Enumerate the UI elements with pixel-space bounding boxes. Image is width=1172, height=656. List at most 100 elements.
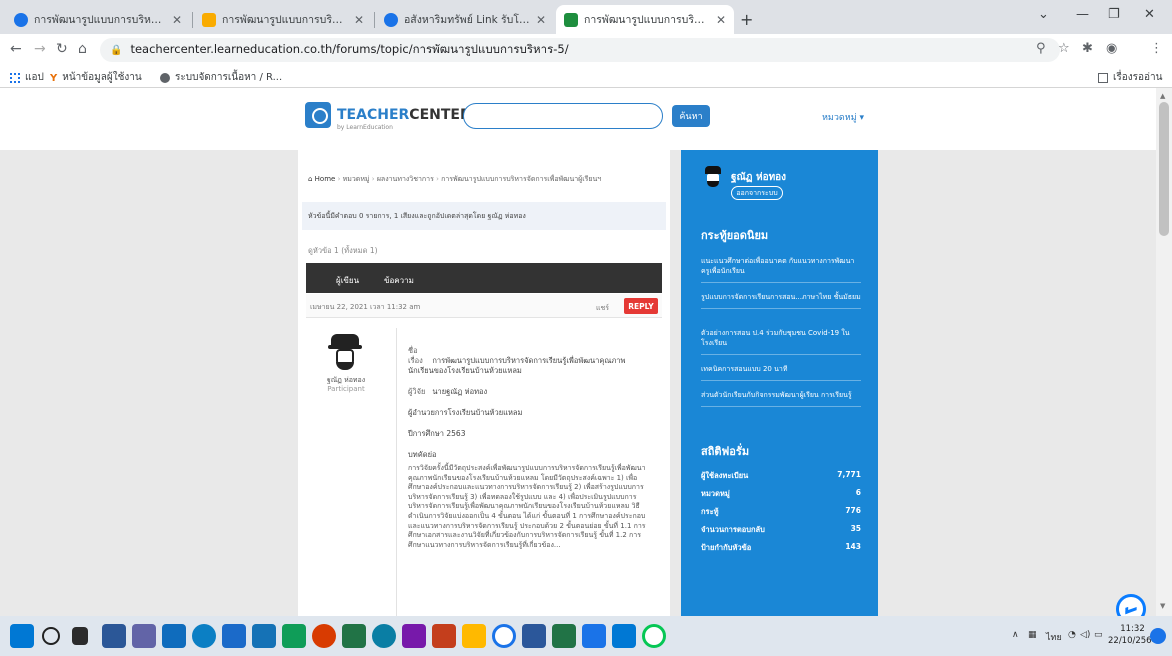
forward-icon[interactable]: → [34,41,46,57]
sidebar-user-name[interactable]: ฐณัฏ ห่อทอง [731,170,786,185]
bookmark-profile[interactable]: Y หน้าข้อมูลผู้ใช้งาน [50,70,142,85]
breadcrumb-current: การพัฒนารูปแบบการบริหารจัดการเพื่อพัฒนาผ… [441,175,602,183]
mail-icon[interactable] [252,624,276,648]
battery-icon[interactable]: ▭ [1094,630,1103,640]
sheets-icon[interactable] [552,624,576,648]
site-search-button[interactable]: ค้นหา [672,105,710,127]
breadcrumb-item[interactable]: หมวดหมู่ [343,175,370,183]
globe-icon [160,72,170,83]
tray-app-icon[interactable]: ▦ [1028,630,1037,640]
browser-tab-active[interactable]: การพัฒนารูปแบบการบริหารจัดการเพื่อ... ✕ [556,5,734,34]
author-role: Participant [327,385,365,393]
search-icon[interactable] [42,627,60,645]
maximize-icon[interactable]: ❐ [1108,7,1120,22]
breadcrumb: ⌂ Home › หมวดหมู่ › ผลงานทางวิชาการ › กา… [308,175,602,183]
tray-chevron-icon[interactable]: ∧ [1012,630,1019,640]
app3-icon[interactable] [582,624,606,648]
popular-topic-link[interactable]: แนะแนวศึกษาต่อเพื่ออนาคต กับแนวทางการพัฒ… [701,256,861,283]
popular-topic-link[interactable]: รูปแบบการจัดการเรียนการสอน...ภาษาไทย ชั้… [701,292,861,309]
category-menu[interactable]: หมวดหมู่ ▾ [822,110,864,124]
browser-tab-strip: การพัฒนารูปแบบการบริหารจัดการเพื่อ... ✕ … [0,0,1172,34]
close-tab-icon[interactable]: ✕ [172,13,182,27]
input-language[interactable]: ไทย [1046,630,1062,644]
popular-topic-link[interactable]: ตัวอย่างการสอน ป.4 ร่วมกับชุมชน Covid-19… [701,328,861,355]
browser-tab[interactable]: การพัฒนารูปแบบการบริหารจัดการเพื่อ... ✕ [6,5,190,34]
bookmark-star-icon[interactable]: ☆ [1058,41,1070,56]
widgets-icon[interactable] [102,624,126,648]
bookmark-apps[interactable]: แอป [10,70,44,85]
windows-taskbar: ∧ ▦ ไทย ◔ ◁) ▭ 11:32 22/10/2564 [0,616,1172,656]
post-meta: เมษายน 22, 2021 เวลา 11:32 am แชร์ REPLY [306,294,662,318]
reply-button[interactable]: REPLY [624,298,658,314]
browser-toolbar: ← → ↻ ⌂ 🔒 teachercenter.learneducation.c… [0,34,1172,66]
profile-icon[interactable]: ◉ [1106,41,1117,56]
stat-row: กระทู้ 776 [701,506,861,516]
reload-icon[interactable]: ↻ [56,41,68,57]
store-icon[interactable] [162,624,186,648]
popular-topic-link[interactable]: เทคนิคการสอนแบบ 20 นาที [701,364,861,381]
page-viewport: TEACHER CENTER by LearnEducation ค้นหา ห… [0,88,1172,616]
site-header: TEACHER CENTER by LearnEducation ค้นหา ห… [0,88,1156,150]
address-bar[interactable]: 🔒 teachercenter.learneducation.co.th/for… [100,38,1060,62]
scrollbar-thumb[interactable] [1159,102,1169,236]
file-explorer-icon[interactable] [462,624,486,648]
new-tab-icon[interactable]: + [740,10,753,29]
back-icon[interactable]: ← [10,41,22,57]
site-logo[interactable]: TEACHER CENTER by LearnEducation [305,102,471,131]
powerpoint-icon[interactable] [432,624,456,648]
browser-tab[interactable]: อสังหาริมทรัพย์ Link รับโพสต์ฟรีเลยนี้ ✕ [376,5,554,34]
edge-icon[interactable] [192,624,216,648]
wifi-icon[interactable]: ◔ [1068,630,1076,640]
favicon-icon [564,12,578,27]
user-avatar-icon[interactable] [703,166,723,190]
line-icon[interactable] [642,624,666,648]
breadcrumb-item[interactable]: ผลงานทางวิชาการ [377,175,434,183]
home-icon[interactable]: ⌂ [78,41,87,57]
chat-icon[interactable] [132,624,156,648]
stat-row: จำนวนการตอบกลับ 35 [701,524,861,534]
close-tab-icon[interactable]: ✕ [536,13,546,27]
breadcrumb-home[interactable]: ⌂ Home [308,175,335,183]
photos-icon[interactable] [222,624,246,648]
notification-icon[interactable] [1150,628,1166,644]
zoom-icon[interactable]: ⚲ [1036,41,1046,56]
onenote-icon[interactable] [402,624,426,648]
favicon-icon [14,12,28,27]
start-icon[interactable] [10,624,34,648]
reading-list-icon [1098,72,1108,83]
page-scrollbar[interactable]: ▲ ▼ [1156,88,1172,616]
scroll-down-icon[interactable]: ▼ [1160,602,1165,610]
close-tab-icon[interactable]: ✕ [716,13,726,27]
app-icon[interactable] [282,624,306,648]
site-search-input[interactable] [463,103,663,129]
app4-icon[interactable] [612,624,636,648]
author-avatar[interactable] [328,334,362,372]
app2-icon[interactable] [372,624,396,648]
scroll-up-icon[interactable]: ▲ [1160,92,1165,100]
minimize-icon[interactable]: — [1076,7,1089,22]
office-icon[interactable] [312,624,336,648]
reading-list[interactable]: เรื่องรออ่าน [1098,70,1163,85]
author-name[interactable]: ฐณัฏ ห่อทอง [314,376,378,385]
messenger-chat-icon[interactable] [1116,594,1146,616]
close-window-icon[interactable]: ✕ [1144,7,1155,22]
stat-row: ผู้ใช้ลงทะเบียน 7,771 [701,470,861,480]
browser-tab[interactable]: การพัฒนารูปแบบการบริหารจัดการเพื่อ... ✕ [194,5,372,34]
favicon-icon [384,12,398,27]
menu-icon[interactable]: ⋮ [1150,41,1163,56]
volume-icon[interactable]: ◁) [1080,630,1090,640]
extensions-icon[interactable]: ✱ [1082,41,1093,56]
popular-topic-link[interactable]: ส่วนตัวนักเรียนกับกิจกรรมพัฒนาผู้เรียน ก… [701,390,861,407]
tab-search-icon[interactable]: ⌄ [1038,7,1049,22]
close-tab-icon[interactable]: ✕ [354,13,364,27]
excel-icon[interactable] [342,624,366,648]
bookmark-cms[interactable]: ระบบจัดการเนื้อหา / R... [160,70,282,85]
apps-grid-icon [10,72,20,83]
share-button[interactable]: แชร์ [596,303,609,314]
task-view-icon[interactable] [72,627,88,645]
post-body: ชื่อเรื่อง การพัฒนารูปแบบการบริหารจัดการ… [408,346,648,550]
word-icon[interactable] [522,624,546,648]
post-abstract: การวิจัยครั้งนี้มีวัตถุประสงค์เพื่อพัฒนา… [408,464,646,549]
chrome-icon[interactable] [492,624,516,648]
logout-button[interactable]: ออกจากระบบ [731,186,783,200]
